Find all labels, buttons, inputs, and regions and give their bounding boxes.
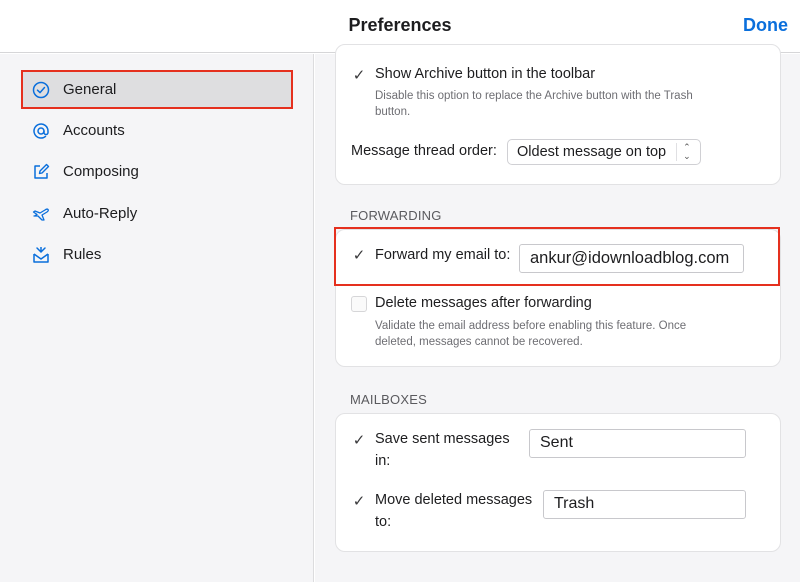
thread-order-value: Oldest message on top — [517, 144, 667, 160]
move-deleted-checkbox[interactable]: ✓ — [351, 493, 367, 510]
at-sign-icon — [29, 119, 53, 143]
general-options-card: ✓ Show Archive button in the toolbar Dis… — [335, 44, 781, 185]
save-sent-checkbox[interactable]: ✓ — [351, 432, 367, 449]
sidebar-item-label: Accounts — [63, 122, 125, 139]
forward-highlight-box — [334, 227, 780, 286]
sidebar-item-label: Auto-Reply — [63, 205, 138, 222]
show-archive-label: Show Archive button in the toolbar — [375, 66, 596, 82]
inbox-filter-icon — [29, 243, 53, 267]
sidebar-item-label: Rules — [63, 246, 102, 263]
chevron-up-down-icon: ⌃ ⌄ — [676, 143, 691, 161]
delete-after-forwarding-description-cont: deleted, messages cannot be recovered. — [375, 336, 583, 348]
window-title: Preferences — [348, 15, 452, 35]
sidebar-item-label: General — [63, 81, 117, 98]
checkmark-circle-icon — [29, 78, 53, 102]
mailboxes-section-title: MAILBOXES — [350, 392, 427, 407]
move-deleted-label-cont: to: — [375, 514, 392, 530]
airplane-icon — [29, 202, 53, 226]
sidebar-item-composing[interactable]: Composing — [23, 153, 291, 190]
show-archive-description: Disable this option to replace the Archi… — [375, 90, 693, 102]
sidebar-item-general[interactable]: General — [21, 70, 293, 109]
show-archive-checkbox[interactable]: ✓ — [351, 67, 367, 84]
thread-order-select[interactable]: Oldest message on top ⌃ ⌄ — [507, 139, 701, 165]
delete-after-forwarding-description: Validate the email address before enabli… — [375, 320, 687, 332]
delete-after-forwarding-checkbox[interactable] — [351, 296, 367, 312]
show-archive-description-cont: button. — [375, 106, 411, 118]
sent-mailbox-field[interactable]: Sent — [529, 429, 746, 458]
sidebar-item-accounts[interactable]: Accounts — [23, 112, 291, 149]
sidebar-item-rules[interactable]: Rules — [23, 236, 291, 273]
sidebar-item-label: Composing — [63, 163, 139, 180]
forwarding-section-title: FORWARDING — [350, 208, 442, 223]
sidebar: General Accounts Composing Auto-Reply Ru… — [0, 54, 314, 582]
save-sent-label-cont: in: — [375, 453, 391, 469]
save-sent-label: Save sent messages — [375, 431, 510, 447]
delete-after-forwarding-label: Delete messages after forwarding — [375, 295, 592, 311]
trash-mailbox-field[interactable]: Trash — [543, 490, 746, 519]
move-deleted-label: Move deleted messages — [375, 492, 533, 508]
settings-panel: ✓ Show Archive button in the toolbar Dis… — [315, 44, 800, 582]
thread-order-label: Message thread order: — [351, 143, 497, 159]
sidebar-item-auto-reply[interactable]: Auto-Reply — [23, 195, 291, 232]
mailboxes-card: ✓ Save sent messages in: Sent ✓ Move del… — [335, 413, 781, 552]
done-button[interactable]: Done — [743, 15, 788, 36]
compose-icon — [29, 160, 53, 184]
